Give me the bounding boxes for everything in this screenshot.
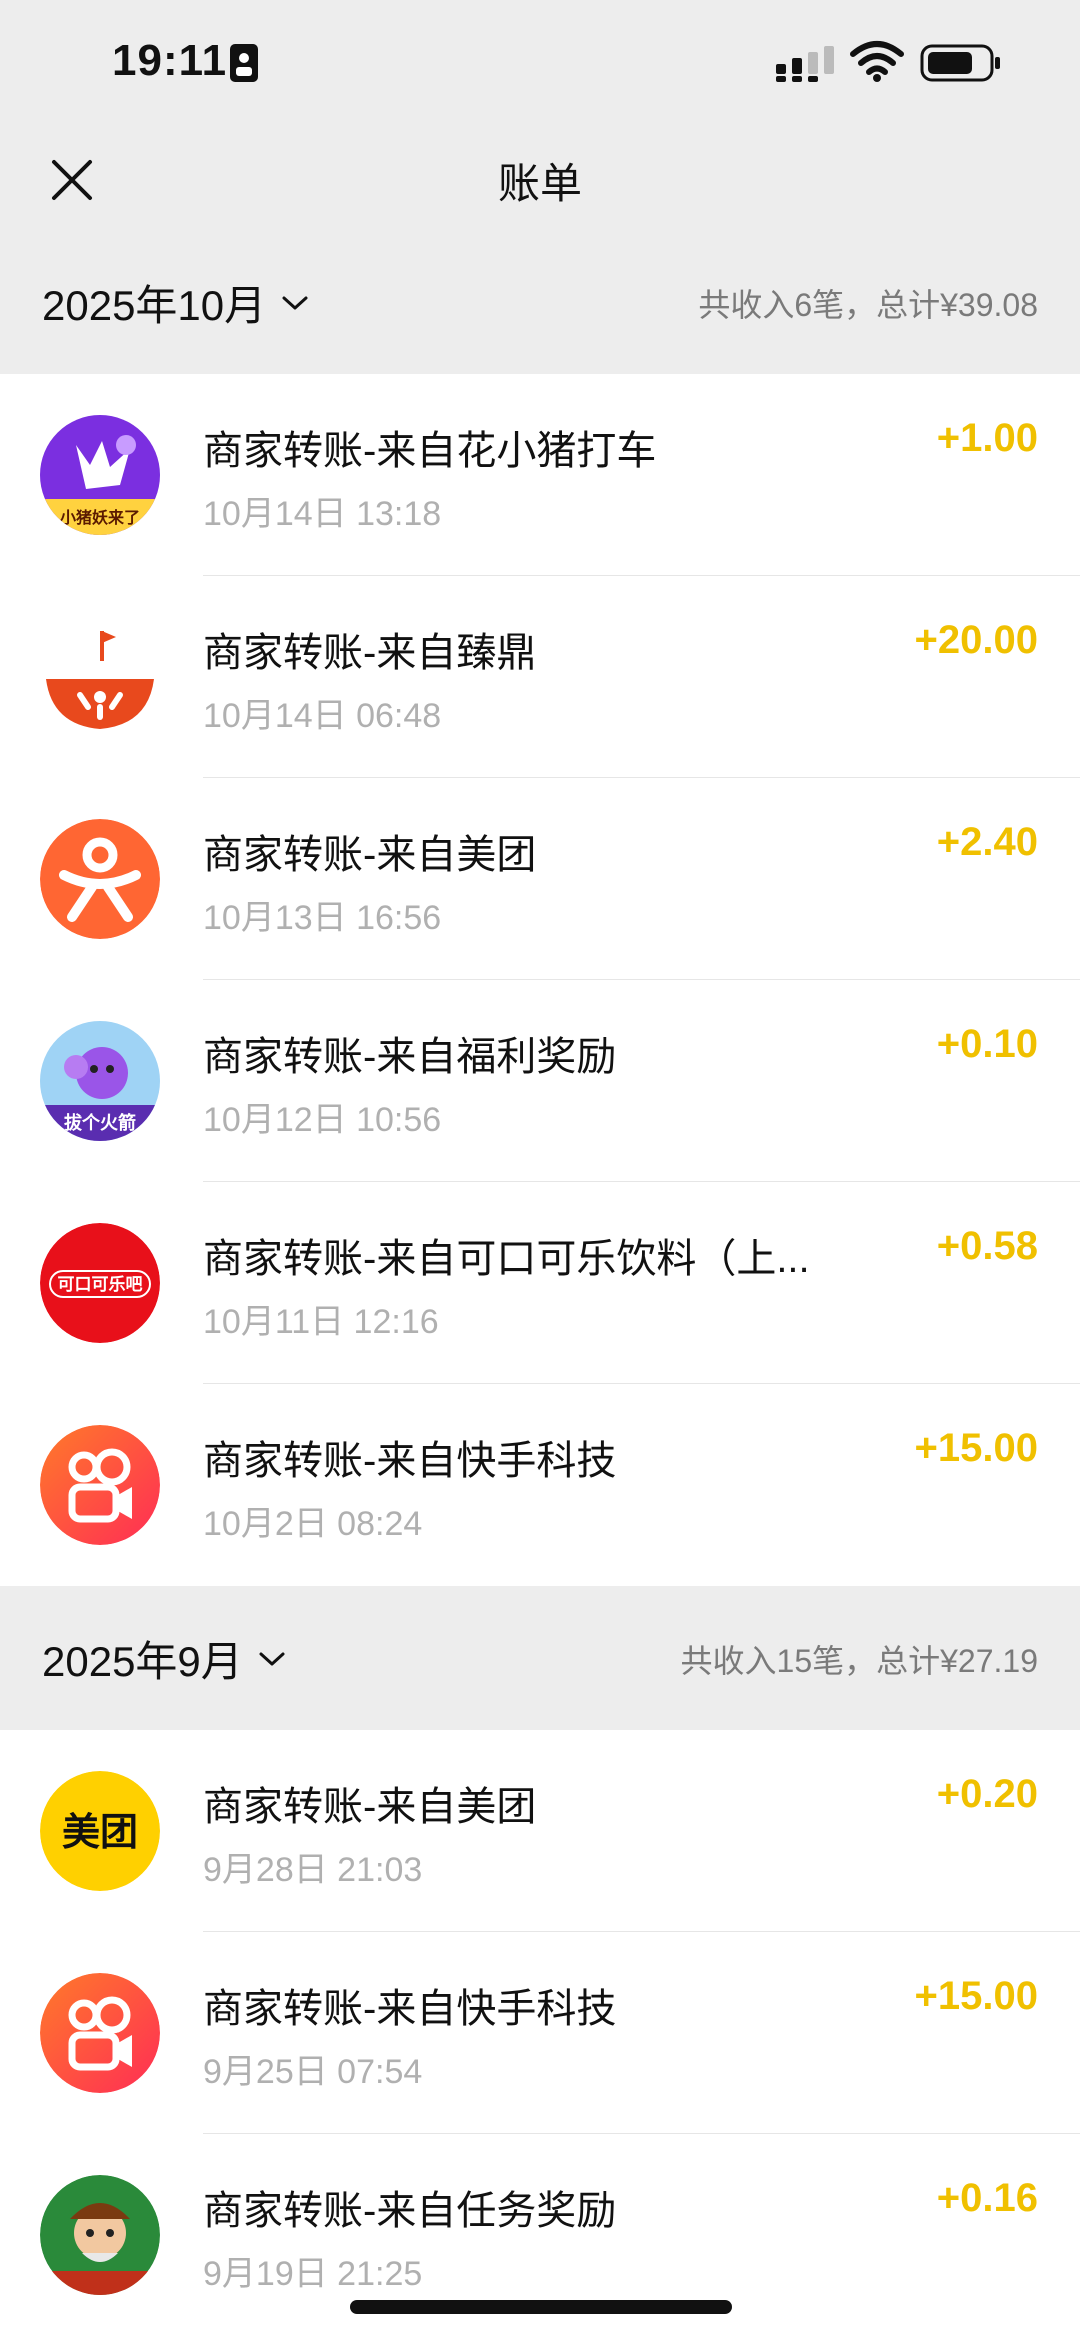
cellular-signal-icon — [776, 46, 834, 82]
transaction-row[interactable]: 商家转账-来自快手科技 9月25日 07:54 +15.00 — [0, 1932, 1080, 2134]
transaction-title: 商家转账-来自美团 — [203, 833, 537, 877]
transaction-time: 10月14日 06:48 — [203, 697, 442, 735]
transaction-list-october: 小猪妖来了 商家转账-来自花小猪打车 10月14日 13:18 +1.00 商家… — [0, 374, 1080, 1586]
meituan-logo-text: 美团 — [62, 1810, 138, 1854]
wifi-icon — [850, 41, 904, 82]
transaction-amount: +2.40 — [936, 820, 1038, 864]
transaction-amount: +15.00 — [914, 1974, 1038, 2018]
transaction-time: 9月28日 21:03 — [203, 1851, 423, 1889]
transaction-time: 9月25日 07:54 — [203, 2053, 423, 2091]
transaction-row[interactable]: 美团 商家转账-来自美团 9月28日 21:03 +0.20 — [0, 1730, 1080, 1932]
month-label: 2025年10月 — [42, 282, 267, 329]
id-card-icon — [230, 44, 258, 82]
transaction-amount: +15.00 — [914, 1426, 1038, 1470]
transaction-title: 商家转账-来自臻鼎 — [203, 631, 537, 675]
transaction-row[interactable]: 商家转账-来自美团 10月13日 16:56 +2.40 — [0, 778, 1080, 980]
fuli-reward-logo-text: 拔个火箭 — [64, 1112, 136, 1134]
page-title: 账单 — [497, 160, 582, 207]
transaction-amount: +0.10 — [936, 1022, 1038, 1066]
meituan-logo-icon: 美团 — [40, 1771, 160, 1891]
month-header-september: 2025年9月 共收入15笔，总计¥27.19 — [0, 1586, 1080, 1730]
status-bar: 19:11 — [0, 0, 1080, 130]
transaction-row[interactable]: 商家转账-来自快手科技 10月2日 08:24 +15.00 — [0, 1384, 1080, 1586]
transaction-title: 商家转账-来自任务奖励 — [203, 2189, 617, 2233]
transaction-row[interactable]: 商家转账-来自臻鼎 10月14日 06:48 +20.00 — [0, 576, 1080, 778]
status-time: 19:11 — [112, 36, 228, 85]
cocacola-logo-text: 可口可乐吧 — [58, 1275, 143, 1295]
transaction-row[interactable]: 可口可乐吧 商家转账-来自可口可乐饮料（上... 10月11日 12:16 +0… — [0, 1182, 1080, 1384]
month-label: 2025年9月 — [42, 1638, 243, 1685]
kuaishou-logo-icon — [40, 1425, 160, 1545]
transaction-title: 商家转账-来自福利奖励 — [203, 1035, 617, 1079]
huaxiaozhu-logo-text: 小猪妖来了 — [60, 508, 140, 527]
transaction-time: 10月12日 10:56 — [203, 1101, 442, 1139]
month-summary: 共收入15笔，总计¥27.19 — [680, 1643, 1038, 1679]
dianping-logo-icon — [40, 819, 160, 939]
zhending-logo-icon — [40, 617, 160, 737]
transaction-row[interactable]: 小猪妖来了 商家转账-来自花小猪打车 10月14日 13:18 +1.00 — [0, 374, 1080, 576]
fuli-reward-logo-icon: 拔个火箭 — [40, 1021, 160, 1141]
kuaishou-logo-icon — [40, 1973, 160, 2093]
cocacola-logo-icon: 可口可乐吧 — [40, 1223, 160, 1343]
transaction-amount: +1.00 — [936, 416, 1038, 460]
transaction-time: 10月11日 12:16 — [203, 1303, 439, 1341]
transaction-title: 商家转账-来自可口可乐饮料（上... — [203, 1237, 810, 1281]
transaction-list-september: 美团 商家转账-来自美团 9月28日 21:03 +0.20 商家转账-来自快手… — [0, 1730, 1080, 2336]
huaxiaozhu-logo-icon: 小猪妖来了 — [40, 415, 160, 535]
transaction-title: 商家转账-来自美团 — [203, 1785, 537, 1829]
transaction-time: 9月19日 21:25 — [203, 2255, 423, 2293]
transaction-amount: +20.00 — [914, 618, 1038, 662]
month-selector[interactable]: 2025年10月 — [42, 272, 310, 333]
chevron-down-icon — [259, 1652, 285, 1665]
month-selector[interactable]: 2025年9月 — [42, 1628, 287, 1689]
month-header-october: 2025年10月 共收入6笔，总计¥39.08 — [0, 230, 1080, 374]
transaction-amount: +0.58 — [936, 1224, 1038, 1268]
transaction-time: 10月2日 08:24 — [203, 1505, 423, 1543]
transaction-title: 商家转账-来自快手科技 — [203, 1439, 617, 1483]
transaction-title: 商家转账-来自快手科技 — [203, 1987, 617, 2031]
transaction-amount: +0.20 — [936, 1772, 1038, 1816]
home-indicator[interactable] — [350, 2300, 732, 2314]
nav-bar: 账单 — [0, 130, 1080, 230]
task-reward-logo-icon — [40, 2175, 160, 2295]
battery-icon — [920, 44, 1000, 82]
transaction-row[interactable]: 拔个火箭 商家转账-来自福利奖励 10月12日 10:56 +0.10 — [0, 980, 1080, 1182]
transaction-amount: +0.16 — [936, 2176, 1038, 2220]
transaction-time: 10月13日 16:56 — [203, 899, 442, 937]
transaction-time: 10月14日 13:18 — [203, 495, 442, 533]
transaction-title: 商家转账-来自花小猪打车 — [203, 429, 657, 473]
month-summary: 共收入6笔，总计¥39.08 — [698, 287, 1038, 323]
chevron-down-icon — [282, 296, 308, 309]
